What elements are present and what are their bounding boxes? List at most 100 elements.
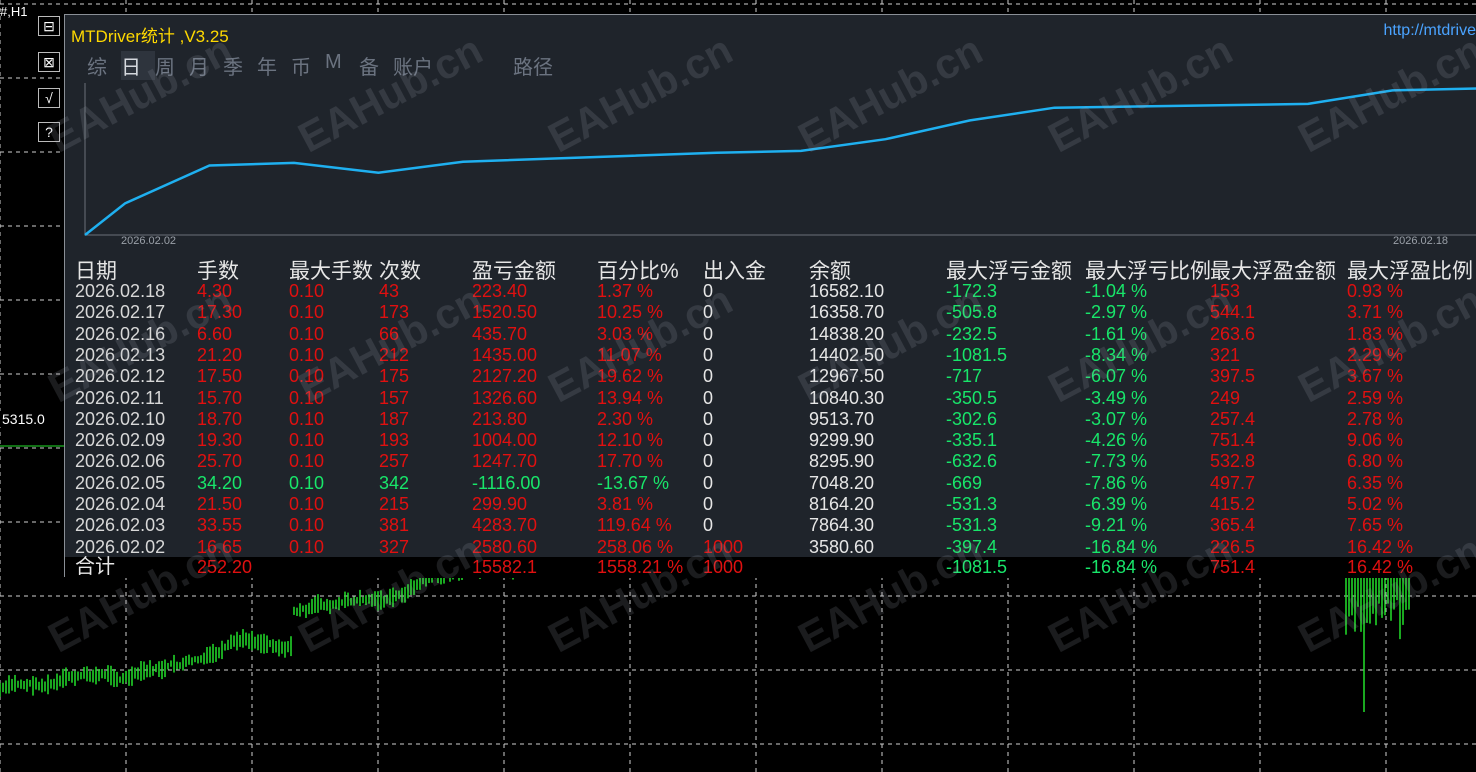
- table-cell: 7.65 %: [1347, 515, 1404, 536]
- table-cell: 17.70 %: [597, 451, 664, 472]
- table-cell: 1247.70: [472, 451, 538, 472]
- table-cell: -1.04 %: [1085, 281, 1148, 301]
- table-cell: 1520.50: [472, 302, 538, 323]
- table-row: 2026.02.18 4.30 0.10 43 223.40 1.37 % 0 16582.1…: [65, 281, 1476, 302]
- table-cell: 327: [379, 536, 410, 557]
- table-cell: 226.5: [1210, 536, 1256, 557]
- curve-start-date: 2026.02.02: [121, 235, 177, 247]
- table-cell: 497.7: [1210, 472, 1256, 493]
- table-cell: 6.35 %: [1347, 472, 1404, 493]
- table-cell: 7864.30: [809, 515, 875, 536]
- total-max-float-loss-pct: -16.84 %: [1085, 557, 1158, 577]
- table-cell: -397.4: [946, 536, 998, 557]
- table-cell: 14838.20: [809, 323, 885, 344]
- table-cell: 3580.60: [809, 536, 875, 557]
- table-cell: 8164.20: [809, 494, 875, 514]
- table-cell: 2026.02.10: [75, 408, 166, 429]
- table-cell: 2026.02.11: [75, 387, 164, 408]
- table-cell: 0.10: [289, 366, 325, 387]
- table-cell: 0.10: [289, 408, 325, 429]
- table-row: 2026.02.03 33.55 0.10 381 4283.70 119.64 % 0 78…: [65, 515, 1476, 536]
- table-cell: 215: [379, 494, 410, 514]
- table-cell: 2026.02.17: [75, 302, 166, 323]
- total-profit: 15582.1: [472, 557, 538, 577]
- table-cell: 213.80: [472, 408, 528, 429]
- table-cell: 2.29 %: [1347, 344, 1404, 365]
- table-cell: 3.81 %: [597, 494, 654, 514]
- table-cell: 16358.70: [809, 302, 885, 323]
- table-cell: -531.3: [946, 494, 998, 514]
- table-cell: 21.20: [197, 344, 243, 365]
- table-cell: 173: [379, 302, 410, 323]
- panel-url-link[interactable]: http://mtdrive: [1384, 22, 1476, 40]
- table-cell: 34.20: [197, 472, 243, 493]
- table-cell: 0: [703, 302, 714, 323]
- table-cell: 2026.02.09: [75, 430, 166, 451]
- table-cell: 2026.02.12: [75, 366, 166, 387]
- table-cell: 11.07 %: [597, 344, 662, 365]
- table-cell: 2026.02.04: [75, 494, 166, 514]
- table-cell: 0.10: [289, 451, 325, 472]
- table-cell: 249: [1210, 387, 1241, 408]
- table-cell: 0.10: [289, 494, 325, 514]
- table-cell: 2026.02.05: [75, 472, 166, 493]
- table-cell: -2.97 %: [1085, 302, 1148, 323]
- table-cell: 0.10: [289, 344, 325, 365]
- table-cell: -8.34 %: [1085, 344, 1148, 365]
- balance-curve-chart: [84, 83, 1476, 236]
- table-cell: -7.73 %: [1085, 451, 1148, 472]
- table-cell: 1.37 %: [597, 281, 654, 301]
- table-cell: 17.50: [197, 366, 243, 387]
- table-cell: -350.5: [946, 387, 998, 408]
- table-cell: 257.4: [1210, 408, 1256, 429]
- check-button[interactable]: √: [38, 88, 60, 108]
- table-cell: 19.62 %: [597, 366, 664, 387]
- table-cell: 0: [703, 387, 714, 408]
- table-row: 2026.02.11 15.70 0.10 157 1326.60 13.94 % 0 108…: [65, 388, 1476, 409]
- table-row: 2026.02.02 16.65 0.10 327 2580.60 258.06 % 100…: [65, 537, 1476, 558]
- total-max-float-profit-pct: 16.42 %: [1347, 557, 1414, 577]
- table-cell: 2026.02.06: [75, 451, 166, 472]
- table-cell: -9.21 %: [1085, 515, 1148, 536]
- table-cell: 153: [1210, 281, 1241, 301]
- table-cell: -1.61 %: [1085, 323, 1148, 344]
- table-cell: 6.80 %: [1347, 451, 1404, 472]
- total-lots: 252.20: [197, 557, 253, 577]
- table-cell: 0: [703, 472, 714, 493]
- table-cell: -1081.5: [946, 344, 1008, 365]
- table-cell: 16582.10: [809, 281, 885, 301]
- table-cell: -531.3: [946, 515, 998, 536]
- table-cell: -6.39 %: [1085, 494, 1148, 514]
- table-cell: 7048.20: [809, 472, 875, 493]
- table-cell: 2.59 %: [1347, 387, 1404, 408]
- table-cell: 16.65: [197, 536, 243, 557]
- table-cell: 0: [703, 408, 714, 429]
- table-cell: 532.8: [1210, 451, 1256, 472]
- minimize-button[interactable]: ⊟: [38, 16, 60, 36]
- help-button[interactable]: ?: [38, 122, 60, 142]
- table-cell: 0.10: [289, 281, 325, 301]
- table-cell: 0.10: [289, 536, 325, 557]
- total-deposit: 1000: [703, 557, 744, 577]
- table-cell: 12967.50: [809, 366, 885, 387]
- table-cell: -3.49 %: [1085, 387, 1148, 408]
- total-percent: 1558.21 %: [597, 557, 684, 577]
- table-cell: 1435.00: [472, 344, 538, 365]
- screenshot-button[interactable]: ⊠: [38, 52, 60, 72]
- table-cell: 1004.00: [472, 430, 538, 451]
- table-cell: -3.07 %: [1085, 408, 1148, 429]
- table-cell: 0: [703, 430, 714, 451]
- table-cell: 212: [379, 344, 410, 365]
- table-cell: 17.30: [197, 302, 243, 323]
- table-cell: -335.1: [946, 430, 998, 451]
- table-cell: -302.6: [946, 408, 998, 429]
- table-cell: -669: [946, 472, 983, 493]
- table-cell: 43: [379, 281, 400, 301]
- table-cell: 10840.30: [809, 387, 885, 408]
- table-cell: 223.40: [472, 281, 528, 301]
- table-cell: 2026.02.02: [75, 536, 166, 557]
- table-cell: 187: [379, 408, 410, 429]
- table-cell: 13.94 %: [597, 387, 664, 408]
- table-row: 2026.02.09 19.30 0.10 193 1004.00 12.10 % 0 929…: [65, 430, 1476, 451]
- total-row: 合计 252.20 15582.1 1558.21 % 1000 -1081.5…: [65, 557, 1476, 578]
